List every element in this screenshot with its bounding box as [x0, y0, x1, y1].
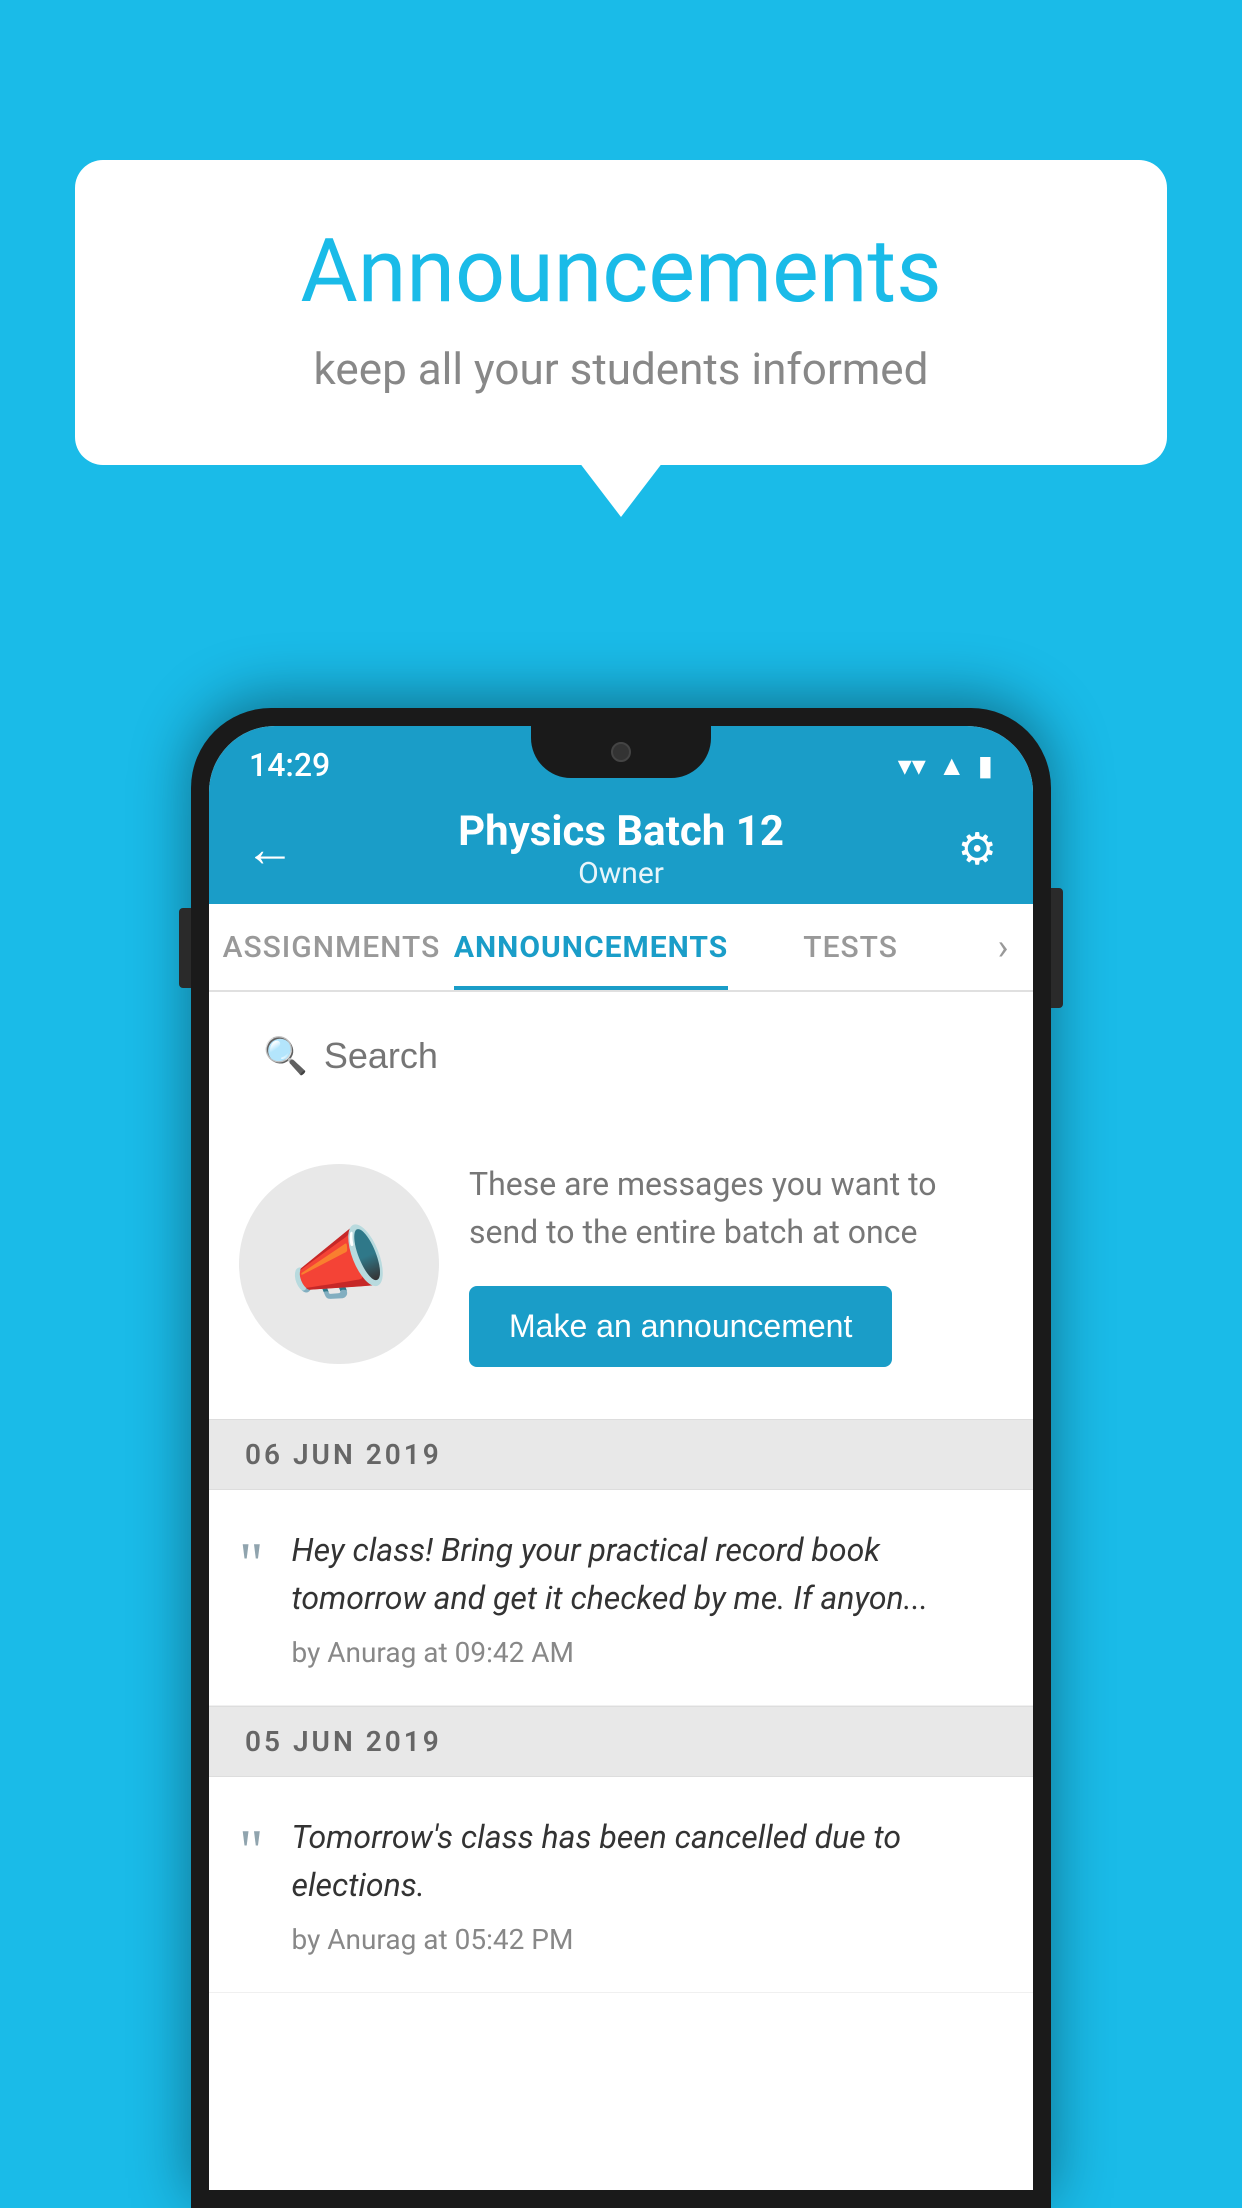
tab-assignments[interactable]: ASSIGNMENTS [209, 904, 454, 990]
signal-icon: ▲ [938, 749, 966, 782]
app-bar: ← Physics Batch 12 Owner ⚙ [209, 794, 1033, 904]
back-button[interactable]: ← [245, 820, 305, 879]
search-icon: 🔍 [263, 1035, 308, 1077]
tabs-container: ASSIGNMENTS ANNOUNCEMENTS TESTS › [209, 904, 1033, 992]
tab-tests[interactable]: TESTS [728, 904, 973, 990]
settings-button[interactable]: ⚙ [937, 823, 997, 875]
app-bar-subtitle: Owner [305, 856, 937, 891]
date-divider-2: 05 JUN 2019 [209, 1706, 1033, 1777]
tab-more-icon[interactable]: › [973, 904, 1033, 990]
quote-icon-1: " [239, 1534, 264, 1594]
speech-bubble-container: Announcements keep all your students inf… [75, 160, 1167, 465]
promo-description: These are messages you want to send to t… [469, 1160, 1003, 1256]
announcement-text-2: Tomorrow's class has been cancelled due … [292, 1813, 1004, 1909]
tab-announcements[interactable]: ANNOUNCEMENTS [454, 904, 728, 990]
date-divider-1: 06 JUN 2019 [209, 1419, 1033, 1490]
announcement-content-1: Hey class! Bring your practical record b… [292, 1526, 1004, 1669]
camera-lens [611, 742, 631, 762]
announcement-text-1: Hey class! Bring your practical record b… [292, 1526, 1004, 1622]
announcement-item-1: " Hey class! Bring your practical record… [209, 1490, 1033, 1706]
battery-icon: ▮ [978, 749, 993, 782]
status-icons: ▾▾ ▲ ▮ [898, 749, 993, 782]
bubble-subtitle: keep all your students informed [155, 343, 1087, 395]
announcement-meta-2: by Anurag at 05:42 PM [292, 1923, 1004, 1956]
announcement-meta-1: by Anurag at 09:42 AM [292, 1636, 1004, 1669]
speech-bubble: Announcements keep all your students inf… [75, 160, 1167, 465]
megaphone-icon: 📣 [289, 1217, 389, 1311]
app-bar-title-section: Physics Batch 12 Owner [305, 807, 937, 891]
promo-text-section: These are messages you want to send to t… [469, 1160, 1003, 1367]
wifi-icon: ▾▾ [898, 749, 926, 782]
status-time: 14:29 [249, 746, 330, 784]
search-input[interactable] [324, 1035, 979, 1077]
promo-section: 📣 These are messages you want to send to… [209, 1120, 1033, 1407]
make-announcement-button[interactable]: Make an announcement [469, 1286, 892, 1367]
announcement-item-2: " Tomorrow's class has been cancelled du… [209, 1777, 1033, 1993]
search-bar: 🔍 [233, 1012, 1009, 1100]
phone-screen: 14:29 ▾▾ ▲ ▮ ← Physics Batch 12 Owner ⚙ [209, 726, 1033, 2190]
phone-notch [531, 726, 711, 778]
bubble-title: Announcements [155, 220, 1087, 323]
scrollable-content: 🔍 📣 These are messages you want to send … [209, 992, 1033, 2190]
app-bar-title: Physics Batch 12 [305, 807, 937, 856]
phone-mockup: 14:29 ▾▾ ▲ ▮ ← Physics Batch 12 Owner ⚙ [191, 708, 1051, 2208]
quote-icon-2: " [239, 1821, 264, 1881]
promo-avatar: 📣 [239, 1164, 439, 1364]
phone-outer-shell: 14:29 ▾▾ ▲ ▮ ← Physics Batch 12 Owner ⚙ [191, 708, 1051, 2208]
announcement-content-2: Tomorrow's class has been cancelled due … [292, 1813, 1004, 1956]
